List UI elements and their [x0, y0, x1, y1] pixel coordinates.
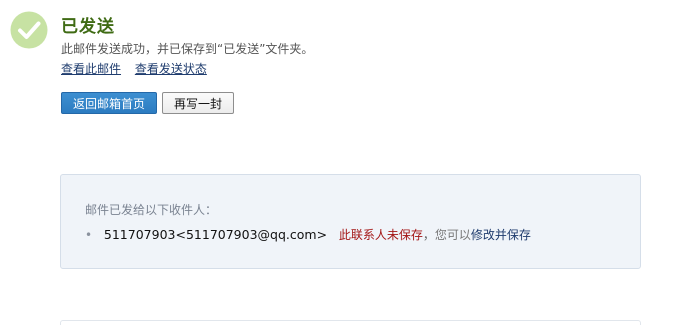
status-links: 查看此邮件 查看发送状态: [61, 60, 217, 77]
check-circle-icon: [10, 11, 48, 49]
list-item: • 511707903<511707903@qq.com> 此联系人未保存，您可…: [85, 226, 531, 243]
view-send-status-link[interactable]: 查看发送状态: [135, 62, 207, 76]
page-title: 已发送: [61, 17, 115, 37]
recipients-panel: 邮件已发给以下收件人： • 511707903<511707903@qq.com…: [60, 174, 641, 269]
status-message: 此邮件发送成功，并已保存到“已发送”文件夹。: [61, 42, 314, 56]
edit-and-save-link[interactable]: 修改并保存: [471, 228, 531, 242]
back-to-inbox-button[interactable]: 返回邮箱首页: [61, 92, 157, 114]
view-mail-link[interactable]: 查看此邮件: [61, 62, 121, 76]
save-hint: 您可以: [434, 228, 471, 242]
send-success-page: 已发送 此邮件发送成功，并已保存到“已发送”文件夹。 查看此邮件 查看发送状态 …: [0, 0, 689, 325]
recipient-address: 511707903<511707903@qq.com>: [103, 227, 328, 242]
secondary-panel: [60, 320, 641, 325]
write-another-button[interactable]: 再写一封: [162, 92, 234, 114]
contact-unsaved-label: 此联系人未保存: [338, 228, 423, 242]
recipients-heading: 邮件已发给以下收件人：: [85, 203, 218, 217]
bullet-icon: •: [85, 228, 93, 242]
separator: ，: [422, 228, 435, 242]
